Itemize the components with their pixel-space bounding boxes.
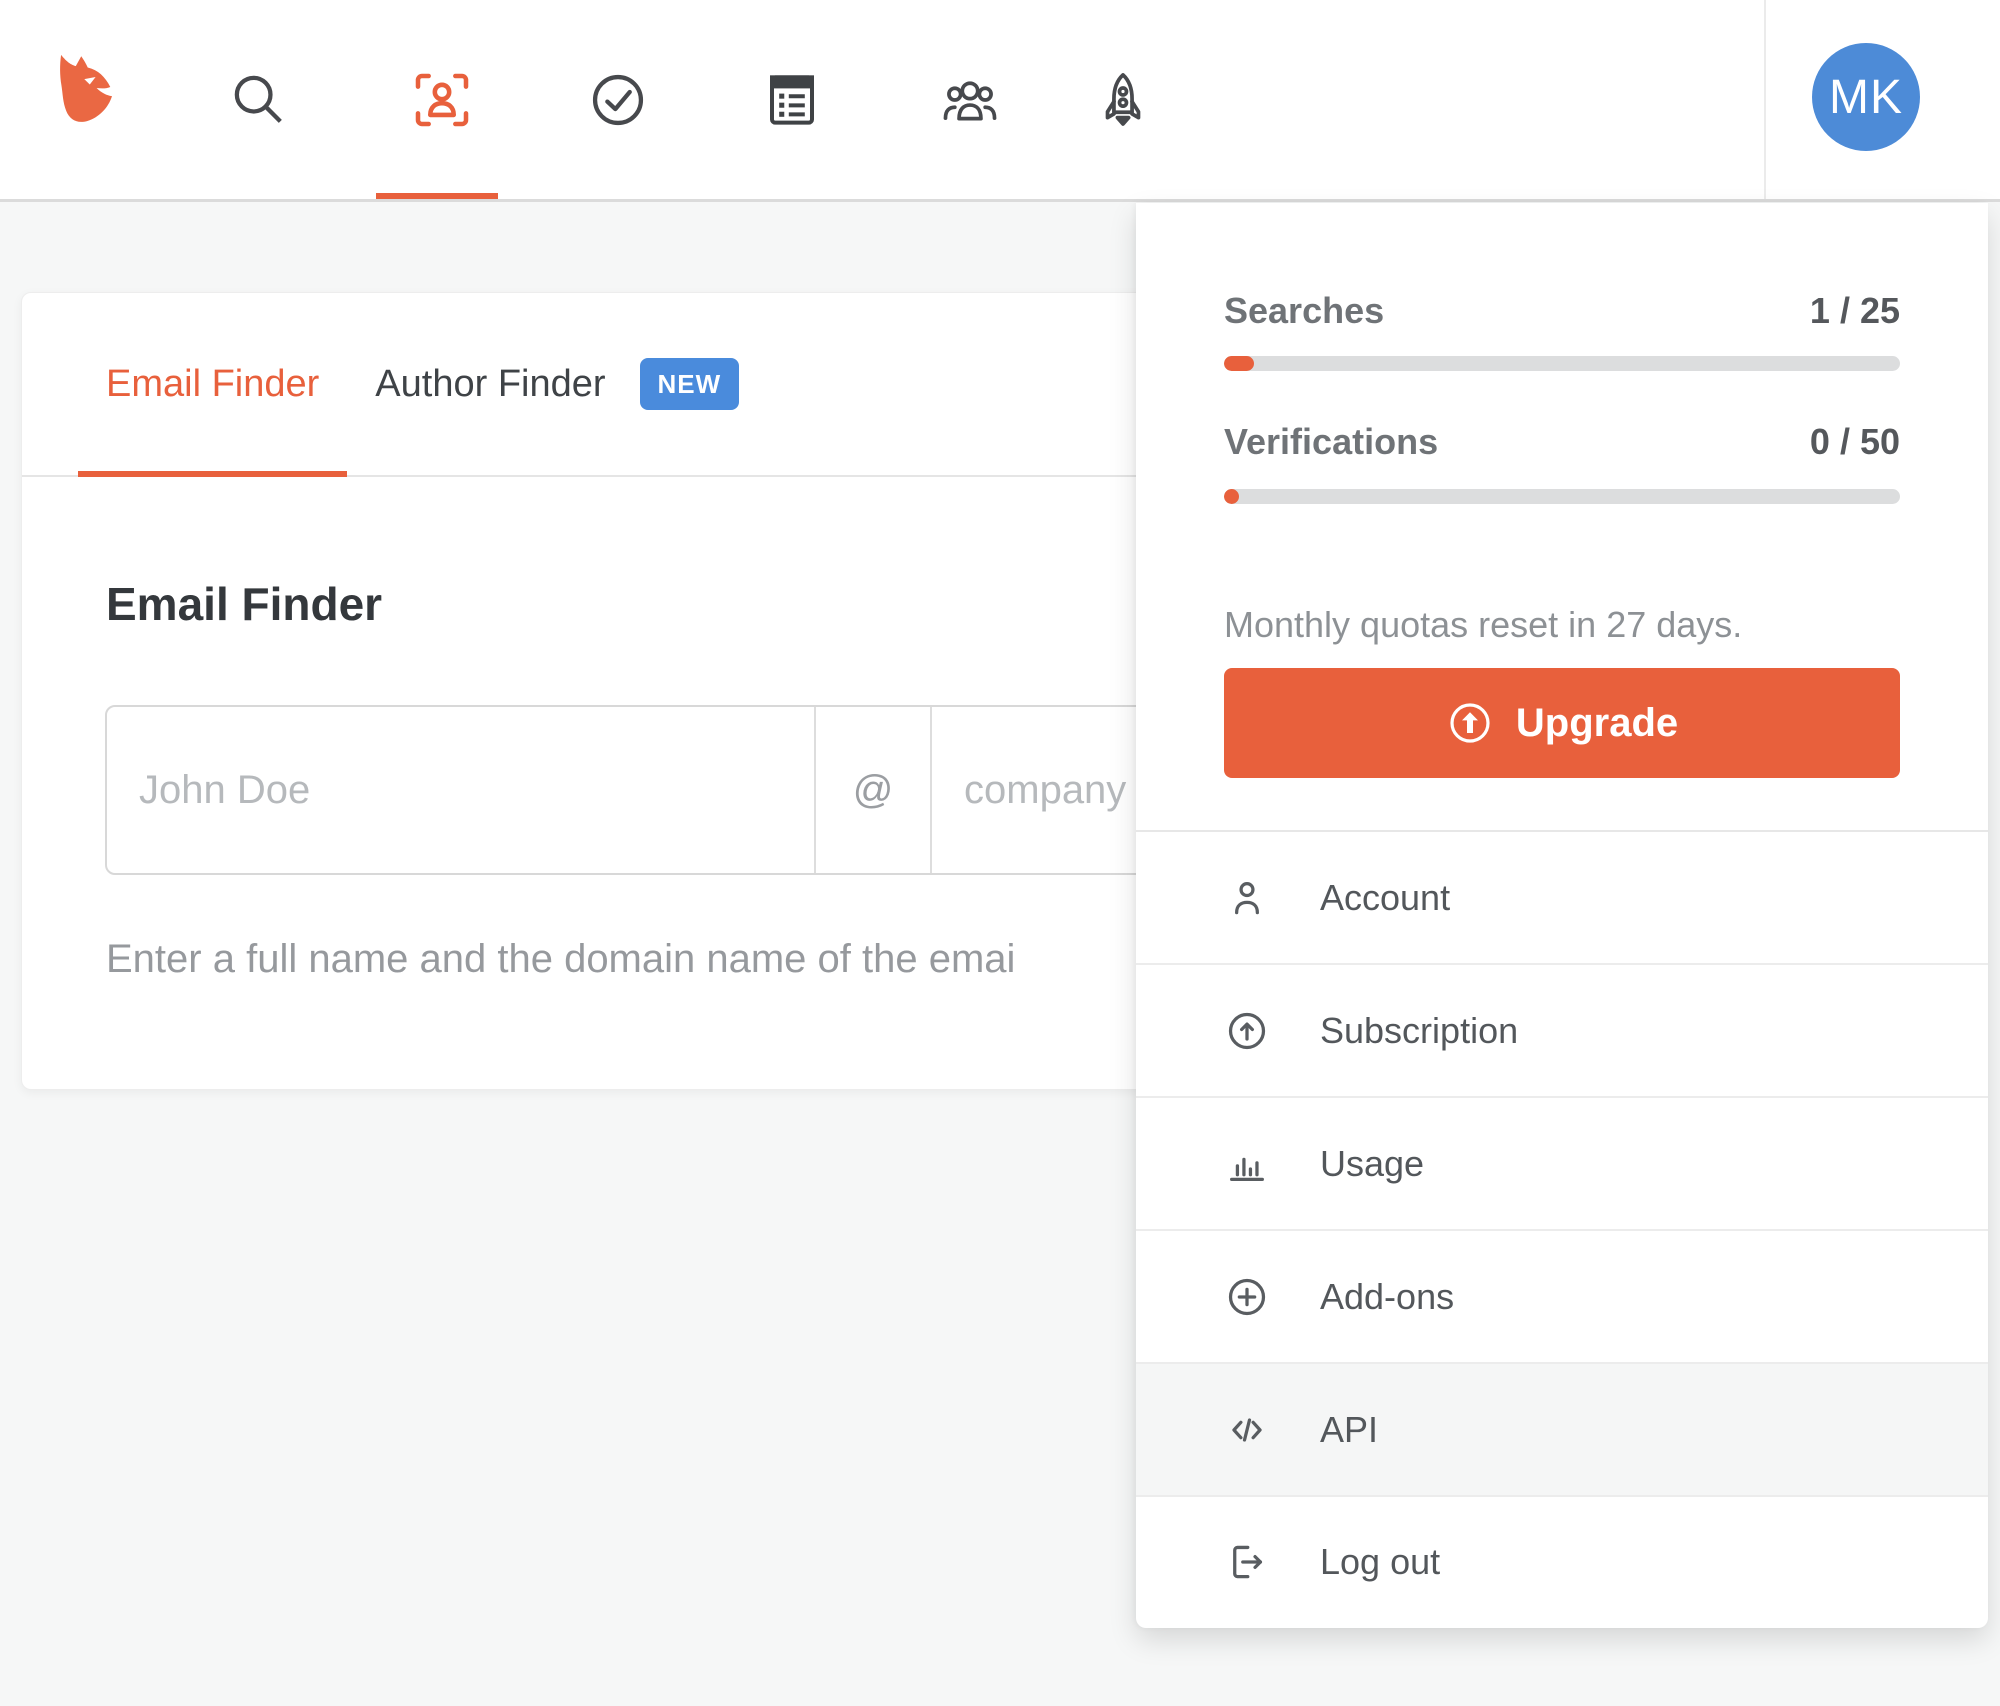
app-root: MK Email Finder Author Finder NEW Email … (0, 0, 2000, 1706)
menu-item-subscription[interactable]: Subscription (1136, 965, 1988, 1098)
list-icon (760, 68, 824, 132)
menu-item-label: Log out (1320, 1541, 1440, 1583)
tab-author-finder-label: Author Finder (375, 363, 605, 406)
verifications-value: 0 / 50 (1810, 421, 1900, 463)
upgrade-arrow-icon (1446, 699, 1494, 747)
searches-label: Searches (1224, 290, 1384, 332)
menu-item-label: Add-ons (1320, 1276, 1454, 1318)
verifications-progress-fill (1224, 489, 1239, 504)
account-menu-list: Account Subscription Usage (1136, 830, 1988, 1627)
user-avatar[interactable]: MK (1812, 43, 1920, 151)
search-icon (227, 68, 291, 132)
menu-item-label: Account (1320, 877, 1450, 919)
nav-leads-button[interactable] (930, 62, 1010, 138)
email-finder-icon (410, 68, 474, 132)
menu-item-add-ons[interactable]: Add-ons (1136, 1231, 1988, 1364)
active-nav-underline (376, 193, 498, 199)
verifications-label: Verifications (1224, 421, 1438, 463)
code-icon (1224, 1407, 1270, 1453)
menu-item-usage[interactable]: Usage (1136, 1098, 1988, 1231)
people-icon (938, 68, 1002, 132)
nav-campaigns-button[interactable] (1083, 62, 1163, 138)
account-dropdown-menu: Searches 1 / 25 Verifications 0 / 50 Mon… (1136, 203, 1988, 1628)
bar-chart-icon (1224, 1141, 1270, 1187)
hunter-fox-logo[interactable] (44, 48, 126, 132)
arrow-up-circle-icon (1224, 1008, 1270, 1054)
upgrade-button[interactable]: Upgrade (1224, 668, 1900, 778)
verifications-quota-row: Verifications 0 / 50 (1224, 421, 1900, 463)
tab-email-finder[interactable]: Email Finder (78, 293, 347, 475)
upgrade-label: Upgrade (1516, 701, 1678, 746)
nav-search-button[interactable] (219, 62, 299, 138)
quota-section: Searches 1 / 25 Verifications 0 / 50 Mon… (1136, 203, 1988, 646)
menu-item-label: Usage (1320, 1143, 1424, 1185)
rocket-icon (1091, 68, 1155, 132)
tab-email-finder-label: Email Finder (106, 363, 319, 406)
tab-author-finder[interactable]: Author Finder NEW (347, 293, 767, 475)
nav-verifier-button[interactable] (578, 62, 658, 138)
quota-reset-note: Monthly quotas reset in 27 days. (1224, 604, 1900, 646)
menu-item-account[interactable]: Account (1136, 832, 1988, 965)
searches-quota-row: Searches 1 / 25 (1224, 290, 1900, 332)
searches-progress-track (1224, 356, 1900, 371)
logout-icon (1224, 1539, 1270, 1585)
navbar-divider (1764, 0, 1766, 199)
menu-item-label: Subscription (1320, 1010, 1518, 1052)
menu-item-log-out[interactable]: Log out (1136, 1497, 1988, 1627)
full-name-input[interactable] (107, 707, 814, 873)
nav-email-finder-button[interactable] (402, 62, 482, 138)
plus-circle-icon (1224, 1274, 1270, 1320)
user-icon (1224, 875, 1270, 921)
verifications-progress-track (1224, 489, 1900, 504)
searches-value: 1 / 25 (1810, 290, 1900, 332)
check-circle-icon (586, 68, 650, 132)
at-symbol: @ (814, 707, 932, 873)
new-badge: NEW (640, 358, 740, 410)
menu-item-label: API (1320, 1409, 1378, 1451)
menu-item-api[interactable]: API (1136, 1364, 1988, 1497)
top-navbar: MK (0, 0, 2000, 202)
searches-progress-fill (1224, 356, 1254, 371)
nav-bulks-button[interactable] (752, 62, 832, 138)
fox-icon (44, 48, 126, 130)
